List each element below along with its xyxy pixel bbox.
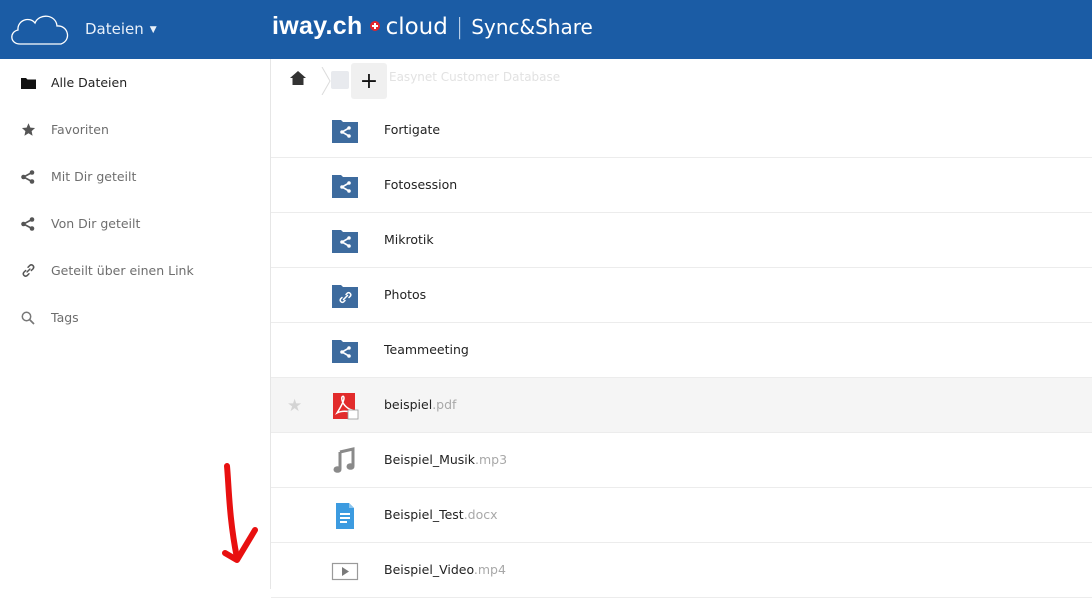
swiss-cross-icon [369, 21, 380, 31]
file-name[interactable]: Teammeeting [384, 342, 469, 357]
file-basename: Beispiel_Musik [384, 452, 476, 467]
file-row[interactable]: Beispiel_Musik.mp3 [271, 433, 1092, 488]
link-folder-icon [331, 282, 359, 310]
breadcrumb-current-folder[interactable]: Easynet Customer Database [389, 70, 560, 84]
file-name[interactable]: Beispiel_Musik.mp3 [384, 452, 507, 467]
app-menu-dropdown[interactable]: Dateien ▼ [85, 20, 157, 38]
brand-cloud: cloud [385, 14, 448, 40]
link-icon [20, 263, 36, 279]
breadcrumb: Easynet Customer Database + [271, 59, 1092, 103]
shared-folder-icon [331, 227, 359, 255]
file-row[interactable]: Fotosession [271, 158, 1092, 213]
home-icon[interactable] [290, 70, 306, 89]
sidebar-item-shared-with-you[interactable]: Mit Dir geteilt [0, 153, 270, 200]
file-row[interactable]: Beispiel_Video.mp4 [271, 543, 1092, 598]
shared-folder-icon [331, 71, 349, 89]
video-file-icon [331, 557, 359, 585]
sidebar-item-shared-by-you[interactable]: Von Dir geteilt [0, 200, 270, 247]
file-basename: Teammeeting [384, 342, 469, 357]
file-row[interactable]: Mikrotik [271, 213, 1092, 268]
share-icon [20, 169, 36, 185]
music-file-icon [331, 447, 359, 475]
search-icon [20, 310, 36, 326]
file-basename: beispiel [384, 397, 433, 412]
file-name[interactable]: Fortigate [384, 122, 440, 137]
brand-title: iway.ch cloud | Sync&Share [272, 12, 593, 41]
brand-separator: | [455, 15, 464, 40]
sidebar-item-label: Von Dir geteilt [51, 216, 141, 231]
file-row[interactable]: Fortigate [271, 103, 1092, 158]
file-name[interactable]: Beispiel_Video.mp4 [384, 562, 506, 577]
file-name[interactable]: Beispiel_Test.docx [384, 507, 498, 522]
favorite-star-icon[interactable]: ★ [287, 396, 302, 416]
red-arrow-annotation-icon [222, 463, 258, 563]
file-basename: Fotosession [384, 177, 458, 192]
sidebar-item-favorites[interactable]: Favoriten [0, 106, 270, 153]
sidebar-item-tags[interactable]: Tags [0, 294, 270, 341]
file-basename: Fortigate [384, 122, 441, 137]
sidebar-item-label: Tags [51, 310, 79, 325]
star-icon [20, 122, 36, 138]
sidebar-item-label: Mit Dir geteilt [51, 169, 137, 184]
brand-name: iway.ch [272, 12, 363, 40]
document-file-icon [331, 502, 359, 530]
top-header-bar: Dateien ▼ iway.ch cloud | Sync&Share [0, 0, 1092, 59]
sidebar-item-shared-by-link[interactable]: Geteilt über einen Link [0, 247, 270, 294]
file-name[interactable]: Mikrotik [384, 232, 434, 247]
file-name[interactable]: beispiel.pdf [384, 397, 456, 412]
file-basename: Mikrotik [384, 232, 434, 247]
pdf-file-icon [331, 392, 359, 420]
file-row[interactable]: ★ beispiel.pdf [271, 378, 1092, 433]
file-name[interactable]: Fotosession [384, 177, 457, 192]
shared-folder-icon [331, 172, 359, 200]
caret-down-icon: ▼ [149, 25, 157, 35]
file-basename: Photos [384, 287, 427, 302]
file-extension: .mp4 [473, 562, 506, 577]
brand-product: Sync&Share [471, 15, 593, 39]
new-file-button[interactable]: + [351, 63, 387, 99]
file-list: Fortigate Fotosession Mikrotik Photos Te… [271, 103, 1092, 598]
file-basename: Beispiel_Video [384, 562, 474, 577]
breadcrumb-separator-icon [321, 66, 331, 99]
sidebar-item-label: Geteilt über einen Link [51, 263, 194, 278]
file-name[interactable]: Photos [384, 287, 426, 302]
sidebar-item-label: Favoriten [51, 122, 109, 137]
file-row[interactable]: Photos [271, 268, 1092, 323]
cloud-logo-icon[interactable] [6, 10, 76, 52]
sidebar-item-all-files[interactable]: Alle Dateien [0, 59, 270, 106]
share-icon [20, 216, 36, 232]
file-row[interactable]: Teammeeting [271, 323, 1092, 378]
app-menu-label: Dateien [85, 20, 144, 38]
shared-folder-icon [331, 337, 359, 365]
shared-folder-icon [331, 117, 359, 145]
file-extension: .pdf [432, 397, 457, 412]
file-basename: Beispiel_Test [384, 507, 464, 522]
file-row[interactable]: Beispiel_Test.docx [271, 488, 1092, 543]
file-extension: .mp3 [475, 452, 508, 467]
sidebar-item-label: Alle Dateien [51, 75, 128, 90]
file-extension: .docx [463, 507, 498, 522]
folder-icon [20, 75, 36, 91]
